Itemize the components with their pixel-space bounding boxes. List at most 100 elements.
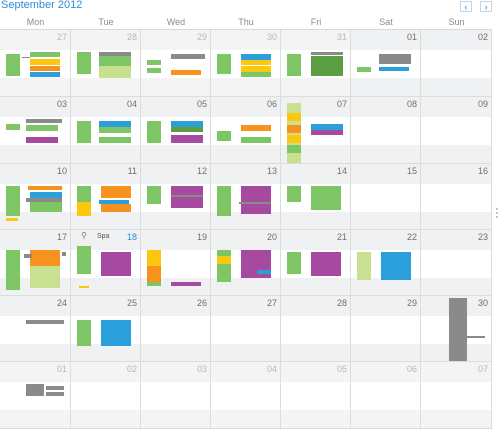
day-cell[interactable]: 04: [71, 97, 141, 164]
appointment-block[interactable]: [30, 66, 60, 71]
appointment-block[interactable]: [99, 56, 131, 66]
appointment-block[interactable]: [24, 254, 32, 258]
appointment-block[interactable]: [99, 137, 131, 143]
appointment-block[interactable]: [241, 60, 271, 65]
appointment-block[interactable]: [6, 186, 20, 216]
appointment-block[interactable]: [241, 210, 271, 214]
day-cell[interactable]: 30: [421, 296, 492, 362]
appointment-block[interactable]: [241, 137, 271, 143]
day-cell[interactable]: 17: [0, 230, 71, 296]
day-cell[interactable]: 14: [281, 164, 351, 230]
appointment-block[interactable]: [101, 186, 131, 198]
day-cell[interactable]: 19: [141, 230, 211, 296]
appointment-block[interactable]: [30, 266, 60, 288]
appointment-block[interactable]: [6, 54, 20, 76]
day-cell[interactable]: 23: [421, 230, 492, 296]
appointment-block[interactable]: [241, 72, 271, 77]
appointment-block[interactable]: [379, 67, 409, 71]
day-cell[interactable]: 30: [211, 30, 281, 97]
appointment-block[interactable]: [77, 121, 91, 143]
day-cell[interactable]: 05: [141, 97, 211, 164]
appointment-block[interactable]: [6, 250, 20, 290]
appointment-block[interactable]: [381, 252, 411, 280]
day-cell[interactable]: 21: [281, 230, 351, 296]
appointment-block[interactable]: [147, 266, 161, 282]
appointment-block[interactable]: [101, 252, 131, 276]
next-month-button[interactable]: ›: [480, 1, 492, 12]
appointment-block[interactable]: [467, 336, 485, 338]
day-cell[interactable]: 25: [71, 296, 141, 362]
appointment-block[interactable]: [287, 103, 301, 163]
appointment-block[interactable]: [287, 135, 301, 143]
day-cell[interactable]: 02: [71, 362, 141, 429]
day-cell[interactable]: 31: [281, 30, 351, 97]
day-cell[interactable]: 06: [351, 362, 421, 429]
appointment-block[interactable]: [30, 250, 60, 266]
day-cell[interactable]: 08: [351, 97, 421, 164]
appointment-block[interactable]: [311, 130, 343, 135]
appointment-block[interactable]: [62, 252, 66, 256]
appointment-block[interactable]: [171, 282, 201, 286]
appointment-block[interactable]: [311, 186, 341, 210]
day-cell[interactable]: 27: [211, 296, 281, 362]
appointment-block[interactable]: [101, 204, 131, 212]
day-cell[interactable]: 28: [71, 30, 141, 97]
day-cell[interactable]: 01: [0, 362, 71, 429]
appointment-block[interactable]: [311, 252, 341, 276]
day-cell[interactable]: 03: [141, 362, 211, 429]
appointment-block[interactable]: [357, 252, 371, 280]
appointment-block[interactable]: [77, 320, 91, 346]
appointment-block[interactable]: [171, 195, 203, 197]
appointment-block[interactable]: [77, 186, 91, 202]
day-cell[interactable]: 29: [351, 296, 421, 362]
day-cell[interactable]: 05: [281, 362, 351, 429]
appointment-block[interactable]: [26, 384, 44, 396]
appointment-block[interactable]: [30, 52, 60, 57]
appointment-block[interactable]: [147, 186, 161, 204]
appointment-block[interactable]: [287, 252, 301, 274]
day-cell[interactable]: 28: [281, 296, 351, 362]
resize-grip-icon[interactable]: [496, 208, 499, 220]
appointment-block[interactable]: [79, 286, 89, 288]
appointment-block[interactable]: [171, 54, 205, 59]
appointment-block[interactable]: [101, 320, 131, 346]
appointment-block[interactable]: [357, 67, 371, 72]
appointment-block[interactable]: [77, 202, 91, 216]
appointment-block[interactable]: [287, 125, 301, 133]
day-cell[interactable]: 07: [281, 97, 351, 164]
day-cell[interactable]: 07: [421, 362, 492, 429]
appointment-block[interactable]: [217, 256, 231, 264]
appointment-block[interactable]: [28, 186, 62, 190]
appointment-block[interactable]: [6, 124, 20, 130]
appointment-block[interactable]: [77, 52, 91, 74]
appointment-block[interactable]: [26, 137, 58, 143]
appointment-block[interactable]: [77, 246, 91, 274]
appointment-block[interactable]: [241, 125, 271, 131]
appointment-block[interactable]: [147, 60, 161, 65]
day-cell[interactable]: 03: [0, 97, 71, 164]
appointment-block[interactable]: [217, 54, 231, 74]
appointment-block[interactable]: [147, 250, 161, 266]
appointment-block[interactable]: [171, 135, 203, 143]
appointment-block[interactable]: [217, 186, 231, 216]
appointment-block[interactable]: [147, 68, 161, 73]
appointment-block[interactable]: [217, 131, 231, 141]
day-cell[interactable]: 10: [0, 164, 71, 230]
day-cell[interactable]: 27: [0, 30, 71, 97]
appointment-block[interactable]: [26, 125, 58, 131]
day-cell[interactable]: 15: [351, 164, 421, 230]
day-cell[interactable]: 02: [421, 30, 492, 97]
day-cell[interactable]: 09: [421, 97, 492, 164]
day-cell[interactable]: 22: [351, 230, 421, 296]
appointment-block[interactable]: [147, 282, 161, 286]
appointment-block[interactable]: [99, 66, 131, 78]
day-cell[interactable]: 01: [351, 30, 421, 97]
day-cell[interactable]: 24: [0, 296, 71, 362]
day-cell[interactable]: 29: [141, 30, 211, 97]
day-cell[interactable]: 11: [71, 164, 141, 230]
appointment-block[interactable]: [26, 320, 64, 324]
appointment-block[interactable]: [287, 186, 301, 202]
appointment-block[interactable]: [311, 56, 343, 76]
appointment-block[interactable]: [30, 59, 60, 65]
appointment-block[interactable]: [241, 186, 271, 210]
